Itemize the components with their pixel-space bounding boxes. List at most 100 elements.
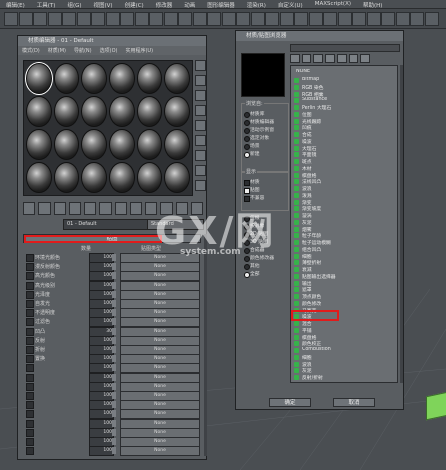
amount-spinner[interactable]	[112, 419, 116, 427]
material-sample-slot[interactable]	[53, 162, 80, 193]
browser-option[interactable]: 全部	[242, 270, 288, 278]
material-menu-item[interactable]: 选项(O)	[96, 46, 122, 55]
delete-icon[interactable]	[348, 54, 359, 63]
material-menu-item[interactable]: 实用程序(U)	[121, 46, 157, 55]
map-enable-checkbox[interactable]	[26, 447, 34, 456]
material-sample-slot[interactable]	[136, 129, 163, 160]
video-color-icon[interactable]	[195, 120, 206, 131]
map-slot-button[interactable]: None	[120, 446, 200, 457]
update-scene-icon[interactable]	[336, 54, 347, 63]
toolbar-tool-icon[interactable]	[308, 12, 323, 26]
amount-spinner[interactable]	[112, 254, 116, 261]
toolbar-tool-icon[interactable]	[395, 12, 410, 26]
menu-item[interactable]: MAXScript(X)	[309, 0, 357, 8]
map-enable-checkbox[interactable]	[26, 382, 34, 391]
toolbar-tool-icon[interactable]	[207, 12, 221, 26]
menu-item[interactable]: 动画	[178, 0, 201, 9]
select-by-material-icon[interactable]	[195, 165, 206, 176]
amount-spinner[interactable]	[112, 447, 116, 455]
toolbar-tool-icon[interactable]	[91, 12, 105, 26]
material-sample-slot[interactable]	[81, 162, 107, 193]
toolbar-tool-icon[interactable]	[18, 12, 33, 26]
material-sample-slot[interactable]	[108, 129, 135, 160]
background-icon[interactable]	[195, 90, 206, 101]
map-enable-checkbox[interactable]	[26, 419, 34, 428]
material-sample-slot[interactable]	[136, 63, 163, 94]
assign-material-icon[interactable]	[53, 202, 66, 215]
toolbar-tool-icon[interactable]	[352, 12, 366, 26]
browser-option[interactable]: 新建	[242, 150, 288, 158]
toolbar-tool-icon[interactable]	[4, 12, 18, 26]
amount-spinner[interactable]	[112, 373, 116, 381]
menu-item[interactable]: 编辑(E)	[0, 0, 31, 9]
amount-spinner[interactable]	[112, 392, 116, 399]
browser-search-field[interactable]	[290, 44, 400, 52]
map-enable-checkbox[interactable]	[26, 355, 34, 364]
material-sample-slot[interactable]	[164, 96, 190, 127]
material-sample-slot[interactable]	[136, 96, 163, 127]
map-enable-checkbox[interactable]	[26, 401, 34, 410]
browser-option[interactable]: 场景	[242, 142, 288, 150]
reset-icon[interactable]	[68, 202, 81, 215]
toolbar-tool-icon[interactable]	[192, 12, 207, 26]
make-copy-icon[interactable]	[84, 202, 97, 215]
material-sample-slot[interactable]	[164, 162, 190, 193]
amount-spinner[interactable]	[112, 272, 116, 280]
toolbar-tool-icon[interactable]	[33, 12, 47, 26]
map-enable-checkbox[interactable]	[26, 254, 34, 262]
map-enable-checkbox[interactable]	[26, 309, 34, 318]
browser-option[interactable]: 材质编辑器	[242, 118, 288, 126]
map-enable-checkbox[interactable]	[26, 438, 34, 446]
material-sample-slot[interactable]	[164, 129, 190, 160]
amount-spinner[interactable]	[112, 428, 116, 436]
navigator-icon[interactable]	[195, 180, 206, 191]
toolbar-tool-icon[interactable]	[410, 12, 424, 26]
browser-option[interactable]: 活动示例窗	[242, 126, 288, 134]
sample-type-icon[interactable]	[195, 60, 206, 71]
toolbar-tool-icon[interactable]	[265, 12, 279, 26]
material-sample-slot[interactable]	[136, 162, 163, 193]
amount-spinner[interactable]	[112, 346, 116, 353]
amount-spinner[interactable]	[112, 355, 116, 363]
material-id-icon[interactable]	[129, 202, 142, 215]
toolbar-tool-icon[interactable]	[337, 12, 352, 26]
toolbar-tool-icon[interactable]	[381, 12, 395, 26]
toolbar-tool-icon[interactable]	[76, 12, 91, 26]
preview-icon[interactable]	[195, 135, 206, 146]
material-menu-item[interactable]: 模式(D)	[18, 46, 44, 55]
toolbar-tool-icon[interactable]	[236, 12, 250, 26]
menu-item[interactable]: 工具(T)	[31, 0, 62, 9]
material-sample-slot[interactable]	[108, 162, 135, 193]
material-menu-item[interactable]: 导航(N)	[70, 46, 96, 55]
material-sample-slot[interactable]	[53, 96, 80, 127]
menu-item[interactable]: 组(G)	[61, 0, 87, 9]
toolbar-tool-icon[interactable]	[279, 12, 294, 26]
map-enable-checkbox[interactable]	[26, 263, 34, 272]
browser-option[interactable]: 选定对象	[242, 134, 288, 142]
toolbar-tool-icon[interactable]	[424, 12, 439, 26]
make-unique-icon[interactable]	[99, 202, 112, 215]
material-sample-slot[interactable]	[81, 96, 107, 127]
menu-item[interactable]: 视图(V)	[88, 0, 119, 9]
amount-spinner[interactable]	[112, 263, 116, 271]
material-sample-slot[interactable]	[26, 96, 52, 127]
amount-spinner[interactable]	[112, 300, 116, 307]
amount-spinner[interactable]	[112, 327, 116, 335]
amount-spinner[interactable]	[112, 309, 116, 317]
material-sample-slot[interactable]	[26, 129, 52, 160]
map-amount-field[interactable]: 100	[89, 446, 114, 457]
toolbar-tool-icon[interactable]	[149, 12, 163, 26]
browser-option[interactable]: 材质库	[242, 110, 288, 118]
amount-spinner[interactable]	[112, 336, 116, 344]
toolbar-tool-icon[interactable]	[47, 12, 62, 26]
material-sample-slot[interactable]	[108, 63, 135, 94]
amount-spinner[interactable]	[112, 382, 116, 390]
menu-item[interactable]: 修改器	[150, 0, 179, 9]
toolbar-tool-icon[interactable]	[221, 12, 236, 26]
toolbar-tool-icon[interactable]	[250, 12, 265, 26]
toolbar-tool-icon[interactable]	[134, 12, 149, 26]
material-sample-slot[interactable]	[81, 63, 107, 94]
browser-option[interactable]: 材质	[242, 178, 288, 186]
map-type-item[interactable]: 反射/折射	[293, 374, 397, 381]
menu-item[interactable]: 图形编辑器	[201, 0, 241, 9]
